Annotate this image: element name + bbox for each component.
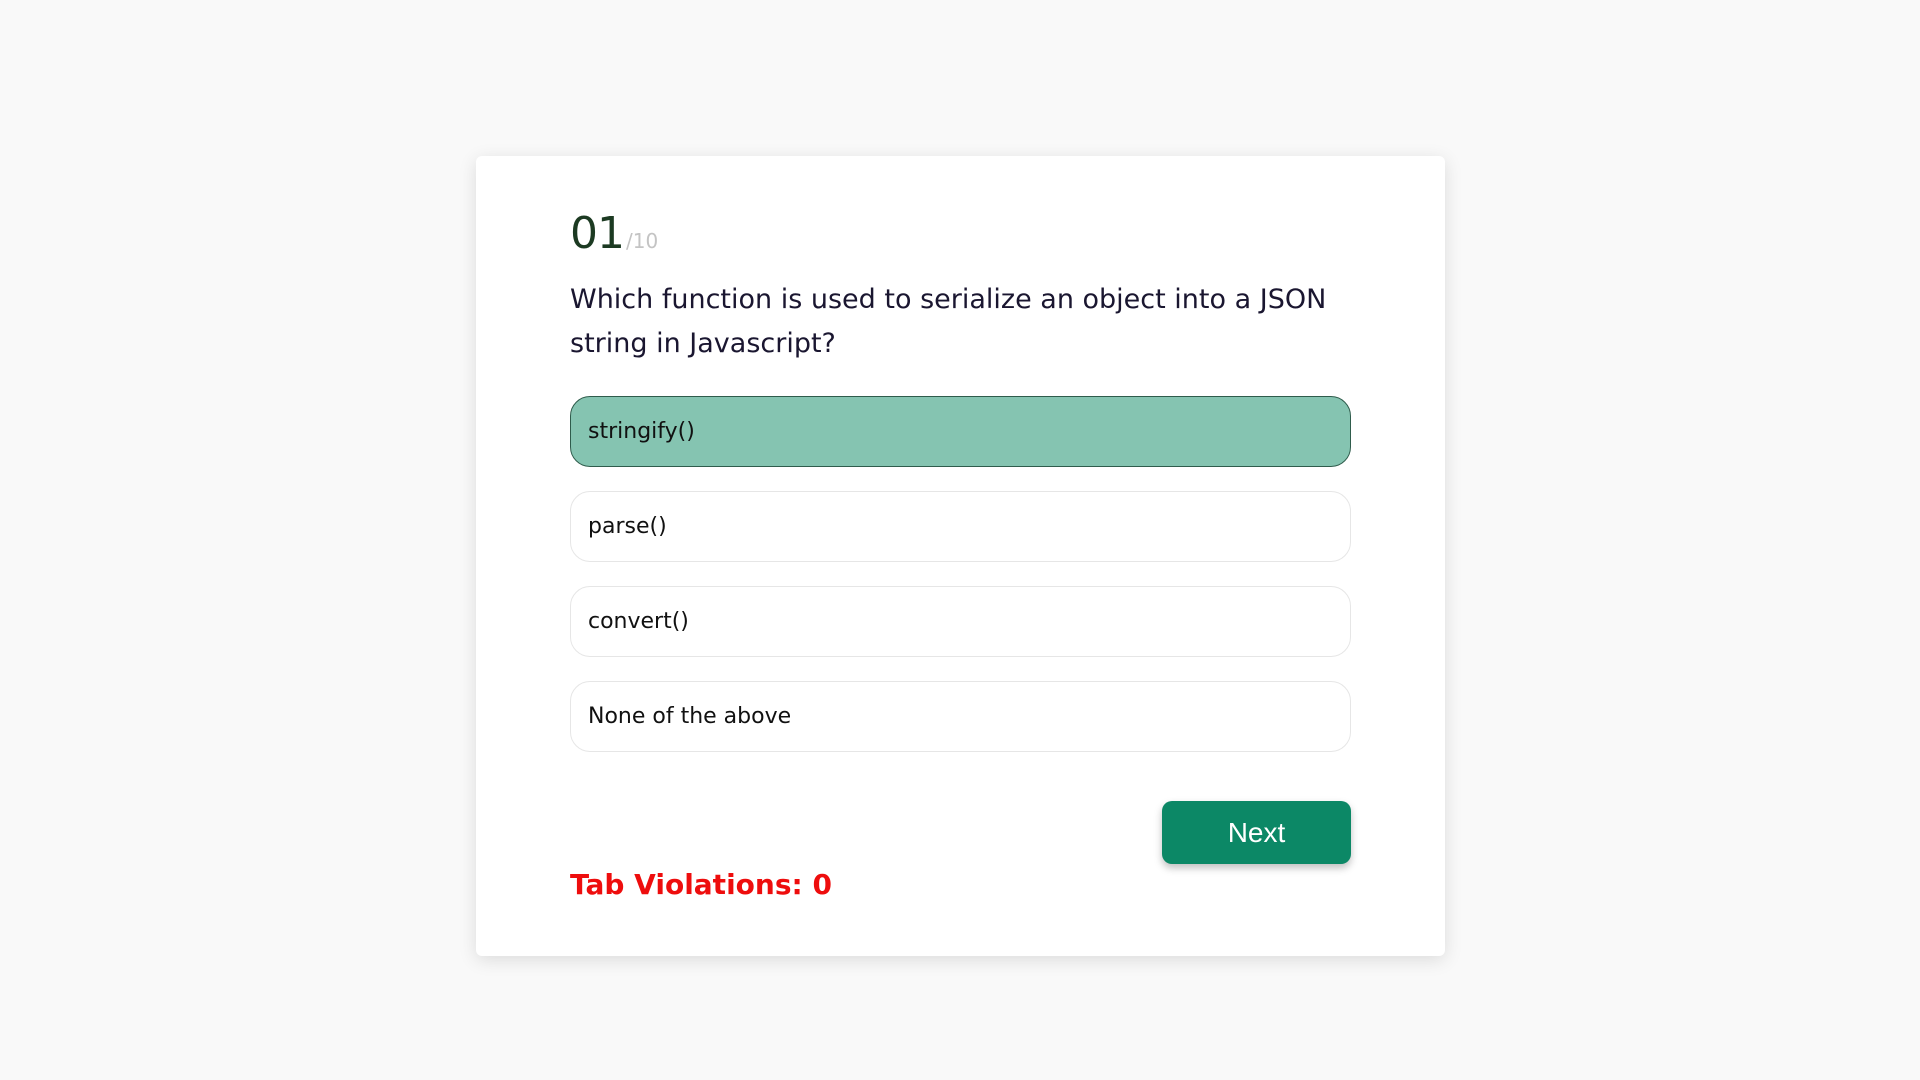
option-none-of-the-above[interactable]: None of the above xyxy=(570,681,1351,752)
next-button[interactable]: Next xyxy=(1162,801,1351,864)
question-text: Which function is used to serialize an o… xyxy=(570,284,1327,359)
option-label: None of the above xyxy=(588,704,792,729)
total-questions: /10 xyxy=(626,229,659,253)
option-convert[interactable]: convert() xyxy=(570,586,1351,657)
question-counter: 01 /10 xyxy=(570,212,658,256)
current-question-number: 01 xyxy=(570,208,625,259)
option-stringify[interactable]: stringify() xyxy=(570,396,1351,467)
option-parse[interactable]: parse() xyxy=(570,491,1351,562)
option-label: convert() xyxy=(588,609,689,634)
options-list: stringify() parse() convert() None of th… xyxy=(570,396,1351,776)
option-label: stringify() xyxy=(588,419,695,444)
tab-violations-text: Tab Violations: 0 xyxy=(570,868,832,901)
option-label: parse() xyxy=(588,514,667,539)
quiz-card: 01 /10 Which function is used to seriali… xyxy=(476,156,1445,956)
